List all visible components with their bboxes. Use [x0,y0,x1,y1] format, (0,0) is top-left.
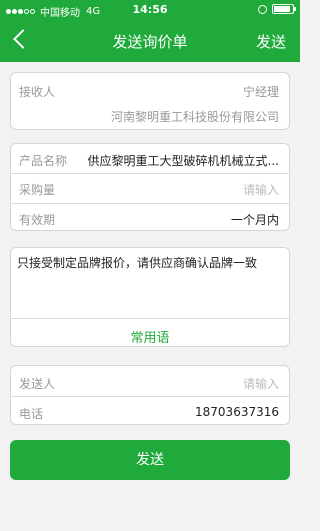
quantity-row: 采购量 请输入 [11,174,289,203]
product-name-value: 供应黎明重工大型破碎机机械立式... [87,154,279,168]
status-time: 14:56 [132,3,168,16]
message-card: 只接受制定品牌报价，请供应商确认品牌一致 常用语 [10,247,290,347]
sender-label: 发送人 [19,377,56,391]
recipient-company: 河南黎明重工科技股份有限公司 [110,110,279,124]
validity-row[interactable]: 有效期 一个月内 [11,204,289,232]
validity-label: 有效期 [19,213,56,227]
send-button[interactable]: 发送 [10,440,290,480]
sender-card: 发送人 请输入 电话 18703637316 [10,365,290,425]
battery-icon [272,4,296,14]
phone-value[interactable]: 18703637316 [195,405,279,419]
status-bar: 中国移动 4G 14:56 [0,0,300,20]
validity-value: 一个月内 [230,213,279,227]
send-nav-button[interactable]: 发送 [256,31,286,52]
sender-row: 发送人 请输入 [11,366,289,396]
recipient-card: 接收人 宁经理 河南黎明重工科技股份有限公司 [10,72,290,130]
phone-row: 电话 18703637316 [11,397,289,426]
quantity-input[interactable]: 请输入 [243,181,279,198]
product-card: 产品名称 供应黎明重工大型破碎机机械立式... 采购量 请输入 有效期 一个月内 [10,143,290,231]
product-name-row[interactable]: 产品名称 供应黎明重工大型破碎机机械立式... [11,144,289,173]
recipient-label: 接收人 [19,85,56,99]
alarm-icon [258,4,267,14]
sender-input[interactable]: 请输入 [243,375,279,392]
product-name-label: 产品名称 [19,154,68,168]
message-textarea[interactable]: 只接受制定品牌报价，请供应商确认品牌一致 [17,255,283,272]
quantity-label: 采购量 [19,183,56,197]
navigation-bar: 发送询价单 发送 [0,20,300,62]
recipient-name: 宁经理 [242,85,279,99]
phone-label: 电话 [19,407,44,421]
common-phrases-button[interactable]: 常用语 [11,327,289,346]
